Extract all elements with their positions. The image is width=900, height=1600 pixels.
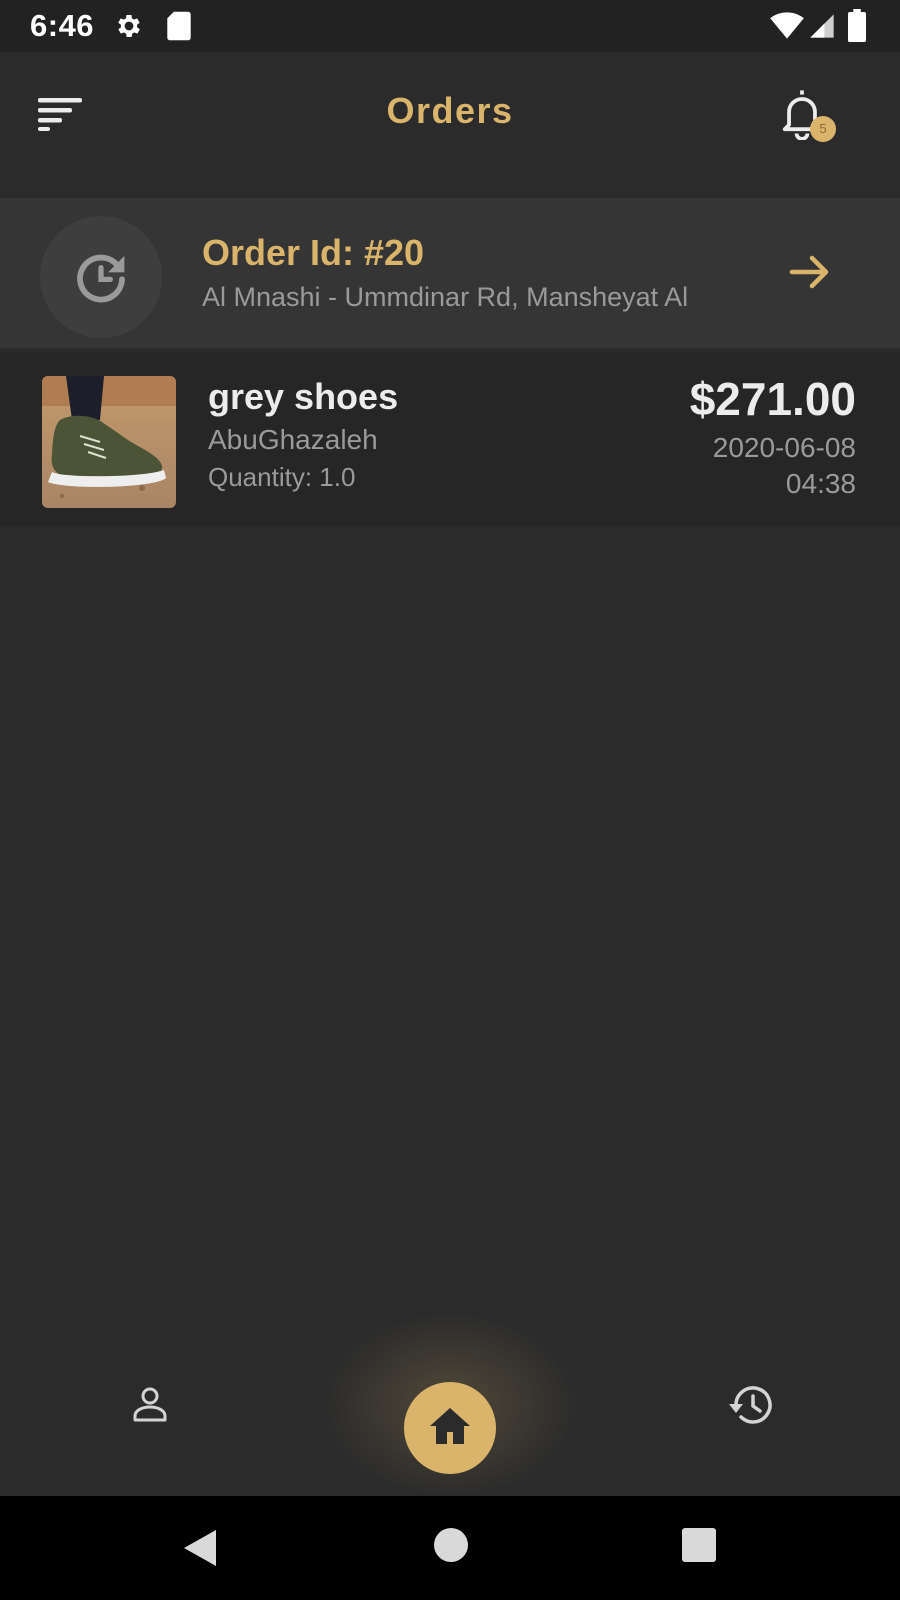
signal-icon <box>810 14 834 38</box>
orders-screen: 6:46 Orders 5 Order Id: #20 Al Mnashi - … <box>0 0 900 1600</box>
sd-card-icon <box>167 11 191 41</box>
order-card[interactable]: Order Id: #20 Al Mnashi - Ummdinar Rd, M… <box>0 198 900 348</box>
recents-icon[interactable] <box>682 1528 716 1562</box>
page-title: Orders <box>386 90 514 131</box>
order-date: 2020-06-08 <box>712 432 856 463</box>
order-address: Al Mnashi - Ummdinar Rd, Mansheyat Al <box>202 282 689 312</box>
product-store: AbuGhazaleh <box>208 424 378 455</box>
product-price: $271.00 <box>689 373 856 425</box>
bottom-nav <box>0 1310 900 1500</box>
nav-home-button[interactable] <box>404 1382 496 1474</box>
product-name: grey shoes <box>208 376 399 417</box>
product-quantity: Quantity: 1.0 <box>208 462 356 492</box>
shoe-photo <box>42 376 176 508</box>
battery-icon <box>848 9 866 42</box>
home-circle-icon[interactable] <box>434 1528 468 1562</box>
status-time: 6:46 <box>30 8 95 43</box>
home-icon <box>430 1408 470 1444</box>
wifi-icon <box>770 12 804 39</box>
system-nav-bar <box>0 1496 900 1600</box>
profile-icon[interactable] <box>130 1384 170 1424</box>
gear-icon <box>118 15 140 37</box>
back-icon[interactable] <box>180 1526 220 1570</box>
app-bar: Orders 5 <box>0 52 900 194</box>
history-icon[interactable] <box>728 1382 774 1428</box>
product-image <box>42 376 176 508</box>
order-status-circle <box>40 216 162 338</box>
history-refresh-icon <box>77 254 125 303</box>
notification-badge: 5 <box>810 116 836 142</box>
notification-button[interactable]: 5 <box>780 86 836 146</box>
order-time: 04:38 <box>785 468 856 499</box>
status-bar: 6:46 <box>0 0 900 52</box>
order-item-row[interactable]: grey shoes AbuGhazaleh Quantity: 1.0 $27… <box>0 352 900 526</box>
arrow-right-icon[interactable] <box>788 250 832 294</box>
order-id: Order Id: #20 <box>202 232 425 273</box>
